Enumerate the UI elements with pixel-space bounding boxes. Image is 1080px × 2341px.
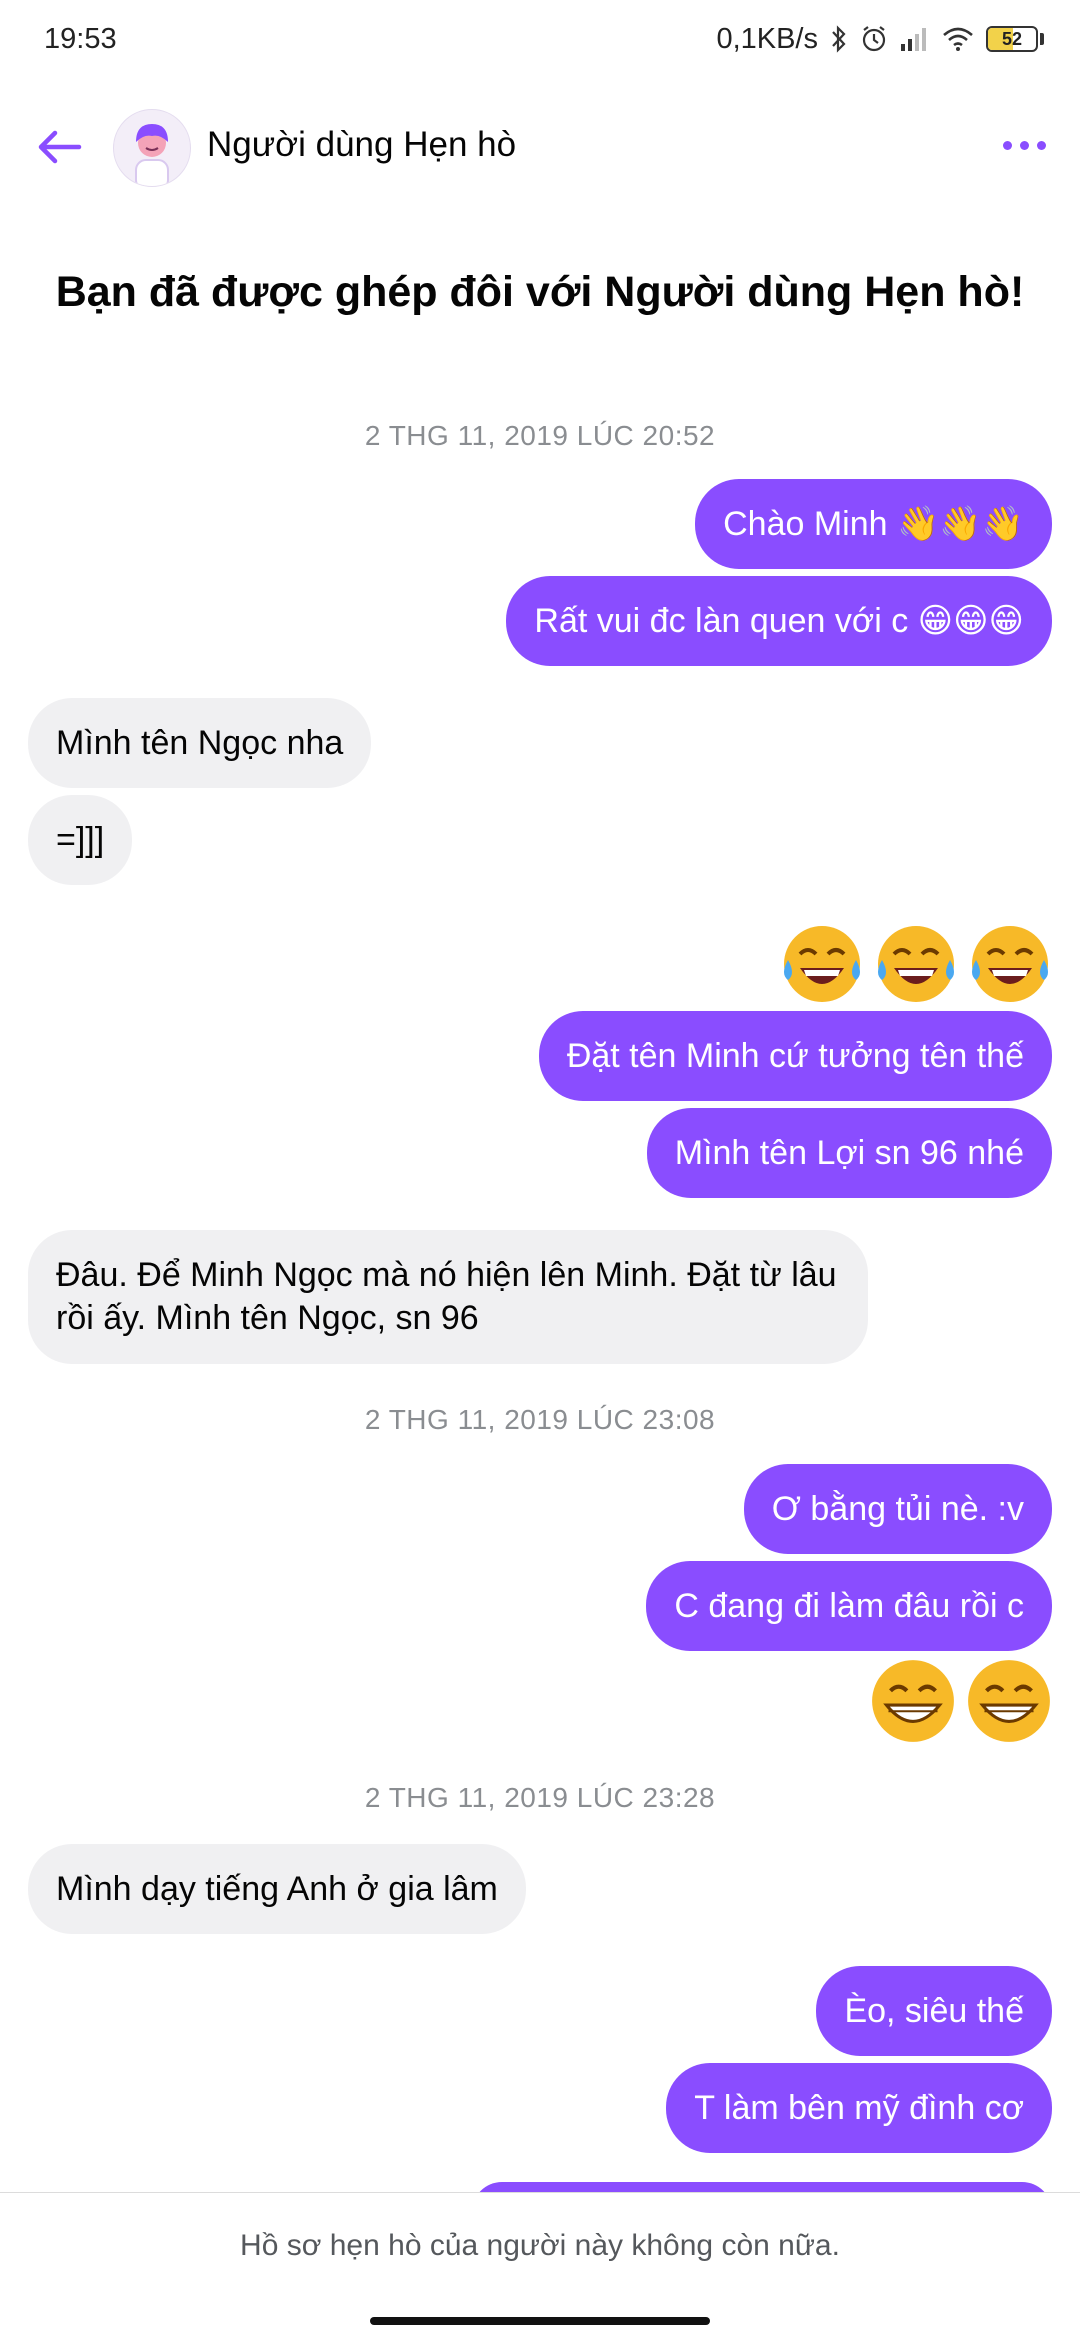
home-indicator[interactable] bbox=[370, 2317, 710, 2325]
message-bubble-sent[interactable]: Chào Minh 👋👋👋 bbox=[695, 479, 1052, 569]
message-bubble-sent[interactable]: Đặt tên Minh cứ tưởng tên thế bbox=[538, 1011, 1052, 1101]
match-banner: Bạn đã được ghép đôi với Người dùng Hẹn … bbox=[55, 268, 1025, 316]
grinning-face-emoji-icon bbox=[872, 1660, 954, 1742]
back-arrow-icon bbox=[38, 130, 82, 164]
more-dot-icon bbox=[1036, 140, 1046, 150]
emoji-message-sent[interactable] bbox=[778, 918, 1054, 1006]
signal-icon bbox=[901, 28, 926, 51]
composer-footer: Hồ sơ hẹn hò của người này không còn nữa… bbox=[0, 2192, 1080, 2341]
timestamp: 2 THG 11, 2019 LÚC 23:08 bbox=[364, 1404, 716, 1435]
message-bubble-sent[interactable]: Ơ bằng tủi nè. :v bbox=[743, 1464, 1052, 1554]
profile-unavailable-notice: Hồ sơ hẹn hò của người này không còn nữa… bbox=[240, 2229, 840, 2262]
back-button[interactable] bbox=[30, 117, 90, 177]
more-options-button[interactable] bbox=[996, 125, 1052, 165]
wifi-icon bbox=[943, 27, 973, 51]
more-dot-icon bbox=[1019, 140, 1029, 150]
battery-percent: 52 bbox=[1001, 28, 1023, 49]
network-speed: 0,1KB/s bbox=[716, 22, 818, 55]
timestamp: 2 THG 11, 2019 LÚC 23:28 bbox=[364, 1782, 716, 1813]
message-bubble-received[interactable]: Mình dạy tiếng Anh ở gia lâm bbox=[28, 1844, 526, 1934]
timestamp: 2 THG 11, 2019 LÚC 20:52 bbox=[364, 420, 716, 451]
bluetooth-icon bbox=[832, 25, 846, 53]
battery-icon: 52 bbox=[986, 26, 1038, 52]
message-bubble-sent[interactable]: Èo, siêu thế bbox=[816, 1966, 1052, 2056]
tears-of-joy-emoji-icon bbox=[784, 926, 860, 1002]
message-bubble-sent[interactable]: T làm bên mỹ đình cơ bbox=[666, 2063, 1052, 2153]
message-bubble-received[interactable]: Mình tên Ngọc nha bbox=[28, 698, 372, 788]
message-bubble-received[interactable]: Đâu. Để Minh Ngọc mà nó hiện lên Minh. Đ… bbox=[28, 1230, 868, 1364]
avatar[interactable] bbox=[113, 109, 191, 187]
message-bubble-received[interactable]: =]]] bbox=[28, 795, 133, 885]
grinning-face-emoji-icon bbox=[968, 1660, 1050, 1742]
status-time: 19:53 bbox=[44, 22, 117, 55]
tears-of-joy-emoji-icon bbox=[972, 926, 1048, 1002]
status-icons: 0,1KB/s 52 bbox=[716, 23, 1044, 56]
battery-cap bbox=[1040, 33, 1044, 45]
contact-name[interactable]: Người dùng Hẹn hò bbox=[207, 125, 516, 165]
alarm-icon bbox=[862, 26, 886, 52]
tears-of-joy-emoji-icon bbox=[878, 926, 954, 1002]
message-bubble-sent[interactable]: Mình tên Lợi sn 96 nhé bbox=[646, 1108, 1052, 1198]
dating-user-avatar-icon bbox=[135, 124, 169, 186]
chat-header: Người dùng Hẹn hò bbox=[0, 95, 1080, 200]
status-bar: 19:53 0,1KB/s 52 bbox=[0, 0, 1080, 78]
emoji-message-sent[interactable] bbox=[868, 1656, 1054, 1746]
message-bubble-sent[interactable]: Rất vui đc làn quen với c 😁😁😁 bbox=[506, 576, 1052, 666]
message-bubble-sent[interactable]: C đang đi làm đâu rồi c bbox=[646, 1561, 1052, 1651]
more-dot-icon bbox=[1002, 140, 1012, 150]
